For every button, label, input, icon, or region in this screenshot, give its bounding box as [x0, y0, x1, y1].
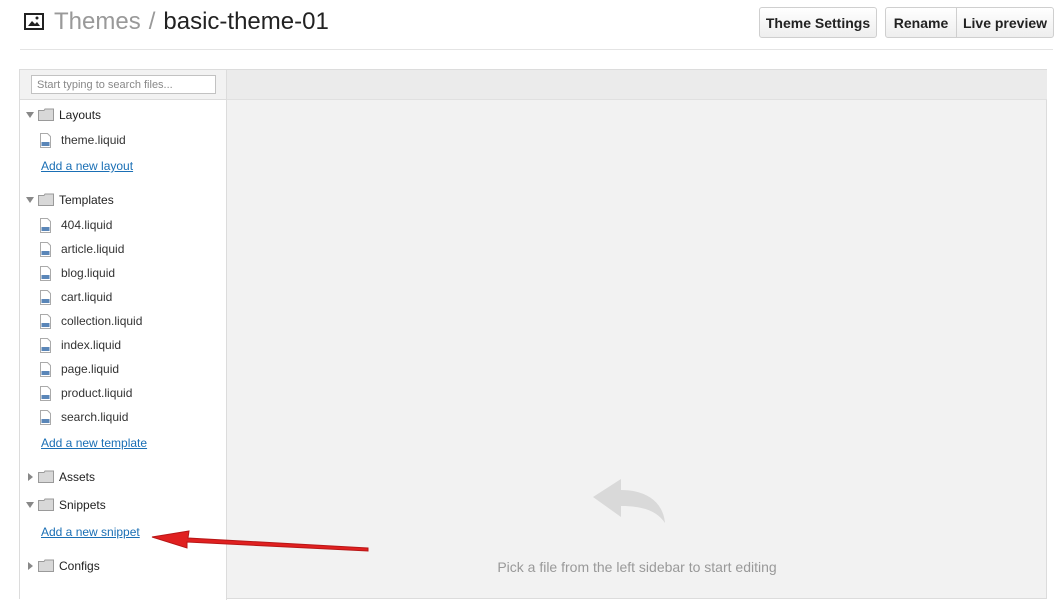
html-file-icon	[40, 362, 51, 377]
html-file-icon	[40, 338, 51, 353]
folder-icon	[38, 108, 54, 121]
html-file-icon	[40, 218, 51, 233]
theme-actions-group: Rename Live preview	[885, 7, 1054, 38]
folder-icon	[38, 498, 54, 511]
html-file-icon	[40, 386, 51, 401]
file-label: search.liquid	[61, 410, 129, 424]
folder-label: Templates	[59, 193, 114, 207]
sidebar-search-bar	[20, 70, 226, 100]
file-sidebar: Layouts theme.liquid Add a new layout Te…	[20, 70, 227, 600]
caret-right-icon[interactable]	[26, 473, 34, 481]
image-icon	[24, 13, 44, 30]
caret-down-icon[interactable]	[26, 501, 34, 509]
folder-icon	[38, 559, 54, 572]
file-label: product.liquid	[61, 386, 133, 400]
file-label: blog.liquid	[61, 266, 116, 280]
file-label: index.liquid	[61, 338, 122, 352]
breadcrumb-themes[interactable]: Themes	[54, 8, 141, 35]
page-header: Themes / basic-theme-01 Theme Settings Ren…	[0, 0, 1061, 50]
empty-state-message: Pick a file from the left sidebar to sta…	[497, 559, 777, 575]
file-label: page.liquid	[61, 362, 120, 376]
theme-editor: Layouts theme.liquid Add a new layout Te…	[19, 69, 1047, 600]
folder-label: Layouts	[59, 108, 102, 122]
undo-arrow-icon	[593, 479, 665, 523]
folder-label: Assets	[59, 470, 96, 484]
folder-icon	[38, 193, 54, 206]
folder-label: Snippets	[59, 498, 106, 512]
file-label: collection.liquid	[61, 314, 143, 328]
html-file-icon	[40, 266, 51, 281]
html-file-icon	[40, 290, 51, 305]
caret-right-icon[interactable]	[26, 562, 34, 570]
add-template-link[interactable]: Add a new template	[41, 436, 147, 450]
folder-label: Configs	[59, 559, 100, 573]
file-label: article.liquid	[61, 242, 125, 256]
theme-name: basic-theme-01	[163, 8, 329, 35]
html-file-icon	[40, 314, 51, 329]
page-title: Themes / basic-theme-01	[54, 7, 329, 37]
file-search-input[interactable]	[31, 75, 216, 94]
theme-settings-button[interactable]: Theme Settings	[759, 7, 877, 38]
header-divider	[20, 49, 1053, 50]
html-file-icon	[40, 242, 51, 257]
add-layout-link[interactable]: Add a new layout	[41, 159, 133, 173]
folder-icon	[38, 470, 54, 483]
file-label: theme.liquid	[61, 133, 126, 147]
html-file-icon	[40, 133, 51, 148]
live-preview-button[interactable]: Live preview	[957, 8, 1053, 37]
file-label: cart.liquid	[61, 290, 113, 304]
file-label: 404.liquid	[61, 218, 113, 232]
html-file-icon	[40, 410, 51, 425]
rename-button[interactable]: Rename	[886, 8, 957, 37]
add-snippet-link[interactable]: Add a new snippet	[41, 525, 140, 539]
breadcrumb-separator: /	[148, 8, 156, 35]
caret-down-icon[interactable]	[26, 196, 34, 204]
caret-down-icon[interactable]	[26, 111, 34, 119]
editor-tab-bar	[227, 70, 1047, 100]
